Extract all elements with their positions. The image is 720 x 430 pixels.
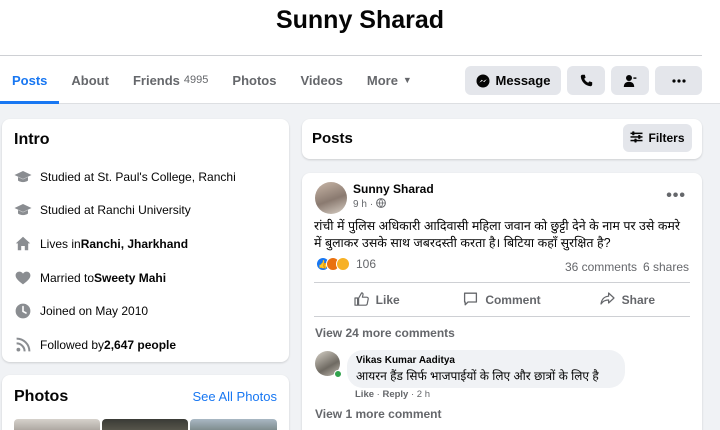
photo-thumbnail[interactable]: [14, 419, 100, 430]
post-author[interactable]: Sunny Sharad: [353, 182, 434, 196]
view-one-more-comment-link[interactable]: View 1 more comment: [315, 407, 442, 421]
post-options-icon[interactable]: •••: [666, 187, 686, 205]
tab-about-label: About: [71, 72, 109, 88]
comment-bubble: Vikas Kumar Aaditya आयरन हैंड सिर्फ भाजप…: [347, 350, 625, 388]
messenger-icon: [476, 74, 490, 88]
intro-item-lives: Lives in Ranchi, Jharkhand: [14, 227, 281, 261]
intro-card: Intro Studied at St. Paul's College, Ran…: [2, 119, 289, 362]
post-time[interactable]: 9 h: [353, 199, 367, 210]
intro-item-text: Studied at Ranchi University: [40, 203, 191, 218]
heart-icon: [14, 269, 32, 287]
intro-title: Intro: [14, 131, 50, 148]
comment-time[interactable]: 2 h: [417, 389, 430, 400]
tab-videos[interactable]: Videos: [288, 56, 354, 104]
view-more-comments-link[interactable]: View 24 more comments: [315, 326, 455, 340]
comment-text: आयरन हैंड सिर्फ भाजपाईयों के लिए और छात्…: [356, 369, 599, 383]
intro-item-text: Joined on May 2010: [40, 304, 149, 319]
comment-bubble-icon: [463, 292, 478, 309]
intro-item-college: Studied at St. Paul's College, Ranchi: [14, 160, 281, 194]
profile-actions: Message: [465, 66, 702, 95]
author-avatar[interactable]: [315, 182, 347, 214]
globe-icon: [376, 198, 387, 211]
intro-spouse-link[interactable]: Sweety Mahi: [94, 271, 166, 285]
comment-like-link[interactable]: Like: [355, 389, 374, 400]
divider: [314, 316, 690, 317]
tab-photos-label: Photos: [232, 72, 277, 88]
intro-item-married: Married to Sweety Mahi: [14, 261, 281, 295]
photo-thumbnail[interactable]: [190, 419, 277, 430]
comment-button[interactable]: Comment: [439, 285, 564, 315]
more-horizontal-icon: [671, 78, 686, 83]
thumbs-up-icon: [354, 291, 369, 309]
posts-header-card: Posts Filters: [302, 119, 702, 159]
intro-item-text: Married to: [40, 270, 95, 285]
profile-header: Sunny Sharad Posts About Friends 4995 Pho…: [0, 0, 720, 104]
intro-item-text: Followed by: [40, 337, 105, 352]
clock-icon: [14, 302, 32, 320]
like-button[interactable]: Like: [314, 285, 439, 315]
tab-more[interactable]: More ▼: [355, 56, 424, 104]
filters-button[interactable]: Filters: [623, 124, 692, 152]
post-text: रांची में पुलिस अधिकारी आदिवासी महिला जव…: [314, 219, 681, 250]
tab-posts[interactable]: Posts: [0, 56, 60, 104]
filters-label: Filters: [648, 131, 685, 145]
person-check-icon: [623, 74, 637, 88]
share-label: Share: [621, 293, 655, 307]
comment-meta: Like · Reply · 2 h: [355, 389, 430, 400]
dot-separator: ·: [369, 199, 374, 210]
call-button[interactable]: [567, 66, 605, 95]
post-meta: 9 h ·: [353, 198, 387, 211]
home-icon: [14, 235, 32, 253]
intro-list: Studied at St. Paul's College, Ranchi St…: [14, 160, 281, 362]
sliders-icon: [630, 130, 643, 146]
like-label: Like: [375, 293, 400, 307]
engagement-counts: 36 comments 6 shares: [565, 260, 689, 274]
profile-name: Sunny Sharad: [275, 6, 445, 34]
divider: [314, 282, 690, 283]
followers-link[interactable]: 2,647 people: [104, 338, 176, 352]
friend-status-button[interactable]: [611, 66, 649, 95]
shares-count[interactable]: 6 shares: [643, 260, 689, 274]
intro-item-text: Lives in: [40, 236, 81, 251]
intro-item-joined: Joined on May 2010: [14, 294, 281, 328]
phone-icon: [580, 74, 593, 87]
rss-icon: [14, 336, 32, 354]
message-label: Message: [495, 73, 551, 88]
posts-title: Posts: [312, 130, 353, 147]
comments-count[interactable]: 36 comments: [565, 260, 637, 274]
tab-videos-label: Videos: [300, 72, 343, 88]
comment-reply-link[interactable]: Reply: [382, 389, 408, 400]
caret-down-icon: ▼: [402, 75, 412, 85]
sad-reaction-icon: [336, 257, 350, 271]
commenter-name[interactable]: Vikas Kumar Aaditya: [356, 355, 616, 366]
intro-location-link[interactable]: Ranchi, Jharkhand: [81, 237, 188, 251]
share-button[interactable]: Share: [565, 285, 690, 315]
tab-friends-label: Friends: [132, 72, 180, 88]
comment-label: Comment: [485, 293, 541, 307]
photos-card: Photos See All Photos: [2, 375, 289, 430]
tab-photos[interactable]: Photos: [220, 56, 288, 104]
friends-count: 4995: [183, 74, 209, 86]
graduation-cap-icon: [14, 201, 32, 219]
post-card: Sunny Sharad 9 h · ••• रांची में पुलिस अ…: [302, 173, 702, 430]
graduation-cap-icon: [14, 168, 32, 186]
tab-about[interactable]: About: [59, 56, 121, 104]
post-actions: Like Comment Share: [314, 285, 690, 315]
tab-friends[interactable]: Friends 4995: [121, 56, 220, 104]
message-button[interactable]: Message: [465, 66, 561, 95]
see-all-photos-link[interactable]: See All Photos: [192, 389, 277, 404]
profile-tabs: Posts About Friends 4995 Photos Videos Mo…: [0, 56, 424, 104]
more-options-button[interactable]: [655, 66, 702, 95]
tab-posts-label: Posts: [12, 72, 48, 88]
reactions-summary[interactable]: 👍 106: [316, 257, 376, 271]
photos-title: Photos: [14, 388, 69, 405]
online-status-dot: [334, 370, 342, 378]
photo-thumbnail[interactable]: [102, 419, 188, 430]
reaction-count: 106: [356, 257, 377, 271]
share-arrow-icon: [600, 292, 615, 308]
tab-more-label: More: [366, 72, 398, 88]
intro-item-followers: Followed by 2,647 people: [14, 328, 281, 362]
intro-item-university: Studied at Ranchi University: [14, 194, 281, 228]
intro-item-text: Studied at St. Paul's College, Ranchi: [40, 169, 236, 184]
